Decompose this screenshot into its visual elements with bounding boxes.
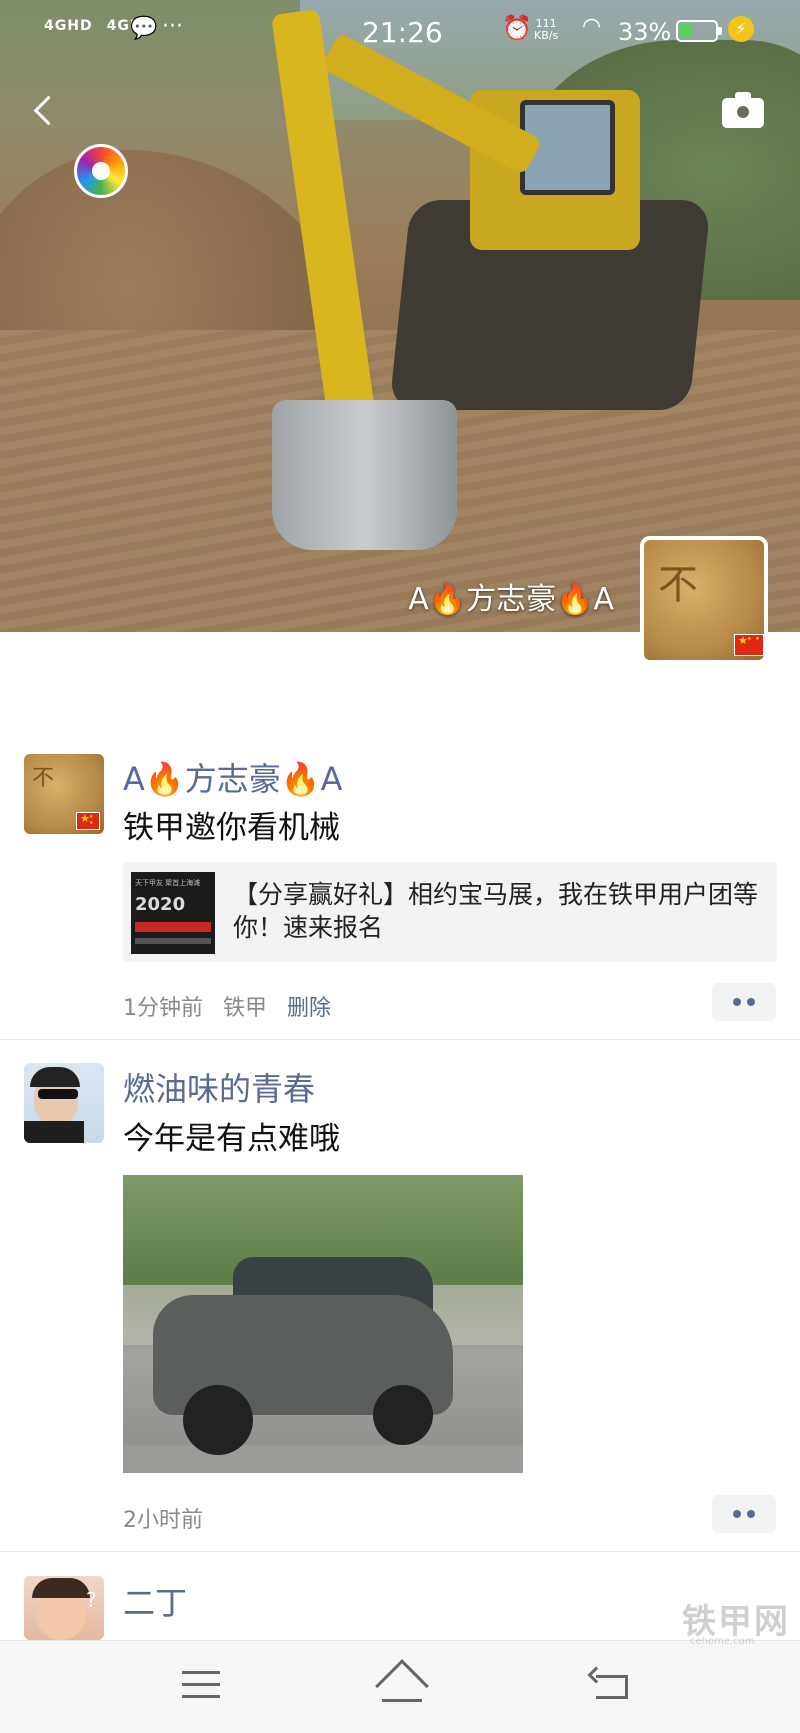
system-nav-bar	[0, 1640, 800, 1733]
alarm-icon: ⏰	[502, 14, 532, 42]
menu-line	[182, 1695, 220, 1698]
post-source[interactable]: 铁甲	[223, 996, 267, 1021]
post-author[interactable]: A🔥方志豪🔥A	[123, 754, 342, 800]
post-meta: 2小时前	[123, 1502, 223, 1534]
camera-icon[interactable]	[722, 92, 766, 128]
avatar-calligraphy: 不	[32, 766, 55, 791]
china-flag-icon	[734, 634, 764, 656]
post-author[interactable]: 二丁	[123, 1578, 187, 1624]
wifi-icon: ◠	[582, 14, 602, 39]
question-mark-icon: ?	[86, 1588, 97, 1612]
car-wheel	[373, 1385, 433, 1445]
post-text: 今年是有点难哦	[123, 1121, 340, 1157]
thumb-strip	[135, 938, 211, 944]
thumb-year: 2020	[135, 894, 186, 915]
dot-icon	[733, 1510, 741, 1518]
home-base	[382, 1699, 422, 1702]
dot-icon	[733, 998, 741, 1006]
post-avatar[interactable]: ?	[24, 1576, 104, 1640]
status-bar: 4GHD 4GHD 💬 ··· 21:26 ⏰ 111 KB/s ◠ 33% ⚡	[0, 0, 800, 62]
more-notifications-icon: ···	[162, 14, 183, 39]
avatar-hair	[32, 1578, 90, 1598]
post-more-button[interactable]	[712, 983, 776, 1021]
watermark-sub: cehome.com	[690, 1636, 755, 1647]
car-wheel	[183, 1385, 253, 1455]
post-more-button[interactable]	[712, 1495, 776, 1533]
menu-line	[182, 1671, 220, 1674]
dot-icon	[747, 1510, 755, 1518]
avatar-jacket	[24, 1121, 84, 1143]
clock: 21:26	[362, 16, 443, 49]
post-avatar[interactable]	[24, 1063, 104, 1143]
china-flag-icon	[76, 812, 100, 830]
avatar-calligraphy: 不	[658, 562, 698, 608]
avatar-hair	[30, 1067, 80, 1087]
battery-fill	[680, 24, 691, 38]
battery-icon	[676, 20, 722, 42]
message-icon: 💬	[130, 16, 158, 41]
signal-label: 4GHD	[44, 18, 93, 34]
speed-unit: KB/s	[534, 29, 559, 42]
menu-line	[182, 1683, 220, 1686]
post-meta: 1分钟前 铁甲 删除	[123, 990, 351, 1022]
battery-percent: 33%	[618, 18, 672, 46]
shared-link-card[interactable]: 天下甲友 聚首上海滩 2020 【分享赢好礼】相约宝马展，我在铁甲用户团等你！速…	[123, 862, 777, 962]
post-image[interactable]	[123, 1175, 523, 1473]
back-nav-icon[interactable]	[587, 1666, 630, 1701]
dot-icon	[747, 998, 755, 1006]
sunglasses-icon	[38, 1089, 78, 1099]
thumb-banner	[135, 922, 211, 932]
back-button[interactable]	[26, 90, 66, 130]
profile-name[interactable]: A🔥方志豪🔥A	[408, 574, 614, 618]
aperture-icon[interactable]	[74, 144, 128, 198]
camera-lens	[734, 103, 752, 121]
post-divider	[0, 1039, 800, 1040]
profile-avatar[interactable]: 不	[640, 536, 768, 664]
delete-link[interactable]: 删除	[287, 996, 331, 1021]
battery-nub	[718, 27, 722, 35]
post-divider	[0, 1551, 800, 1552]
thumb-caption: 天下甲友 聚首上海滩	[135, 879, 201, 887]
post-time: 2小时前	[123, 1508, 203, 1533]
charging-icon: ⚡	[728, 16, 754, 42]
share-title: 【分享赢好礼】相约宝马展，我在铁甲用户团等你！速来报名	[233, 880, 759, 942]
home-roof	[375, 1659, 429, 1713]
share-thumbnail: 天下甲友 聚首上海滩 2020	[131, 872, 215, 954]
photo-road	[123, 1445, 523, 1473]
post-avatar[interactable]: 不	[24, 754, 104, 834]
post-text: 铁甲邀你看机械	[123, 810, 340, 846]
post-author[interactable]: 燃油味的青春	[123, 1064, 315, 1110]
menu-icon[interactable]	[182, 1671, 220, 1699]
home-icon[interactable]	[375, 1659, 429, 1713]
network-speed: 111 KB/s	[534, 18, 558, 42]
post-time: 1分钟前	[123, 996, 203, 1021]
excavator-bucket	[272, 400, 457, 550]
